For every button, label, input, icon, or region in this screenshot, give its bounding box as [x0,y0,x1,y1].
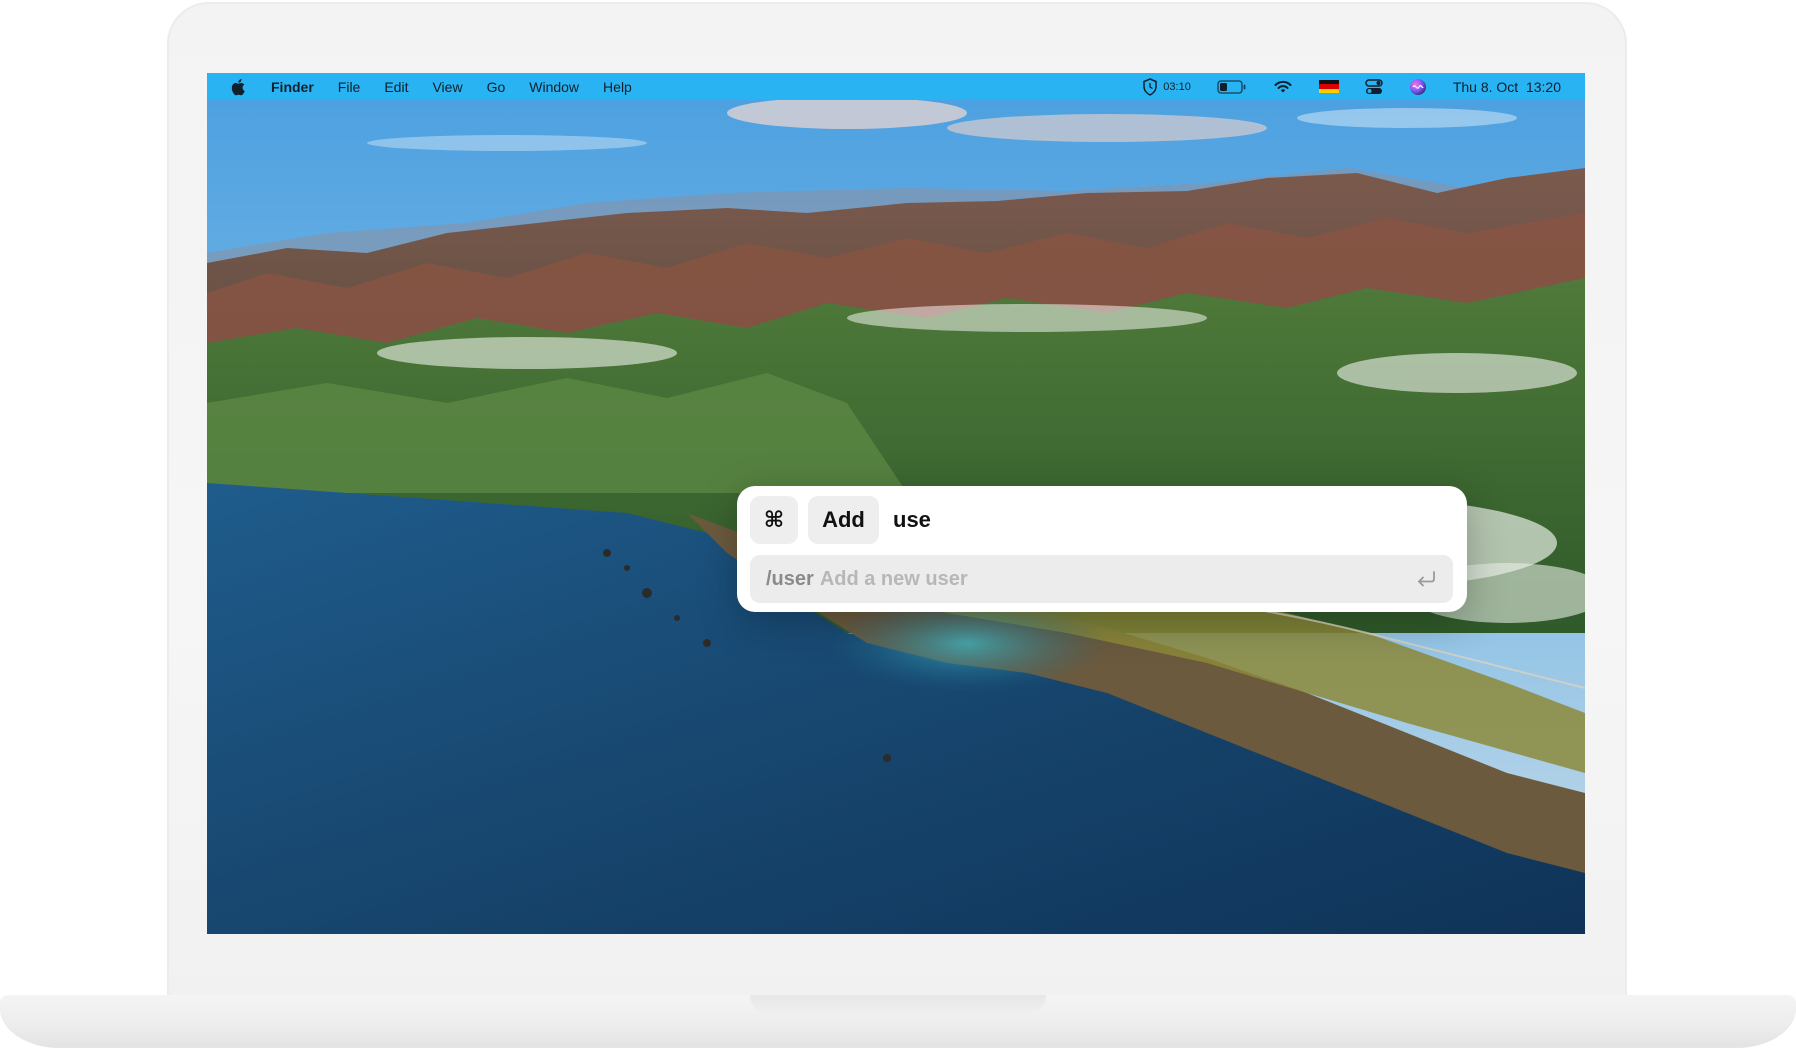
battery-status[interactable] [1217,79,1247,94]
battery-icon [1217,79,1246,94]
laptop-mockup: Finder File Edit View Go Window Help 03:… [0,0,1796,1048]
siri-icon [1409,78,1426,95]
control-center-status[interactable] [1365,78,1383,95]
menu-view[interactable]: View [432,79,462,95]
menu-help[interactable]: Help [603,79,632,95]
return-icon [1418,571,1435,587]
wifi-icon [1274,80,1292,93]
menu-bar: Finder File Edit View Go Window Help 03:… [207,73,1585,100]
menu-go[interactable]: Go [487,79,506,95]
suggestion-item[interactable]: /user Add a new user [750,555,1453,603]
suggestion-description: Add a new user [819,567,968,590]
menu-app-name[interactable]: Finder [271,79,314,95]
clock[interactable]: Thu 8. Oct 13:20 [1453,79,1561,95]
control-center-icon [1365,78,1383,94]
menu-window[interactable]: Window [529,79,579,95]
screen: Finder File Edit View Go Window Help 03:… [207,73,1585,934]
wifi-status[interactable] [1273,79,1293,94]
command-key-badge: ⌘ [750,496,798,544]
command-key-icon: ⌘ [763,507,785,533]
menu-file[interactable]: File [338,79,361,95]
menu-edit[interactable]: Edit [384,79,408,95]
command-query-input[interactable] [887,496,1459,544]
input-source-status[interactable] [1318,80,1339,93]
german-flag-icon [1318,80,1339,93]
command-palette: ⌘ Add /user Add a new user [737,486,1467,612]
laptop-notch [750,995,1046,1015]
siri-status[interactable] [1409,78,1427,96]
command-chip[interactable]: Add [808,496,879,544]
timer-status[interactable]: 03:10 [1142,77,1191,96]
datetime-text: Thu 8. Oct 13:20 [1452,78,1561,95]
timer-text: 03:10 [1163,80,1191,93]
command-chip-label: Add [822,507,865,532]
suggestion-command: /user [766,567,814,590]
apple-icon[interactable] [231,78,247,96]
shield-timer-icon [1143,77,1158,96]
